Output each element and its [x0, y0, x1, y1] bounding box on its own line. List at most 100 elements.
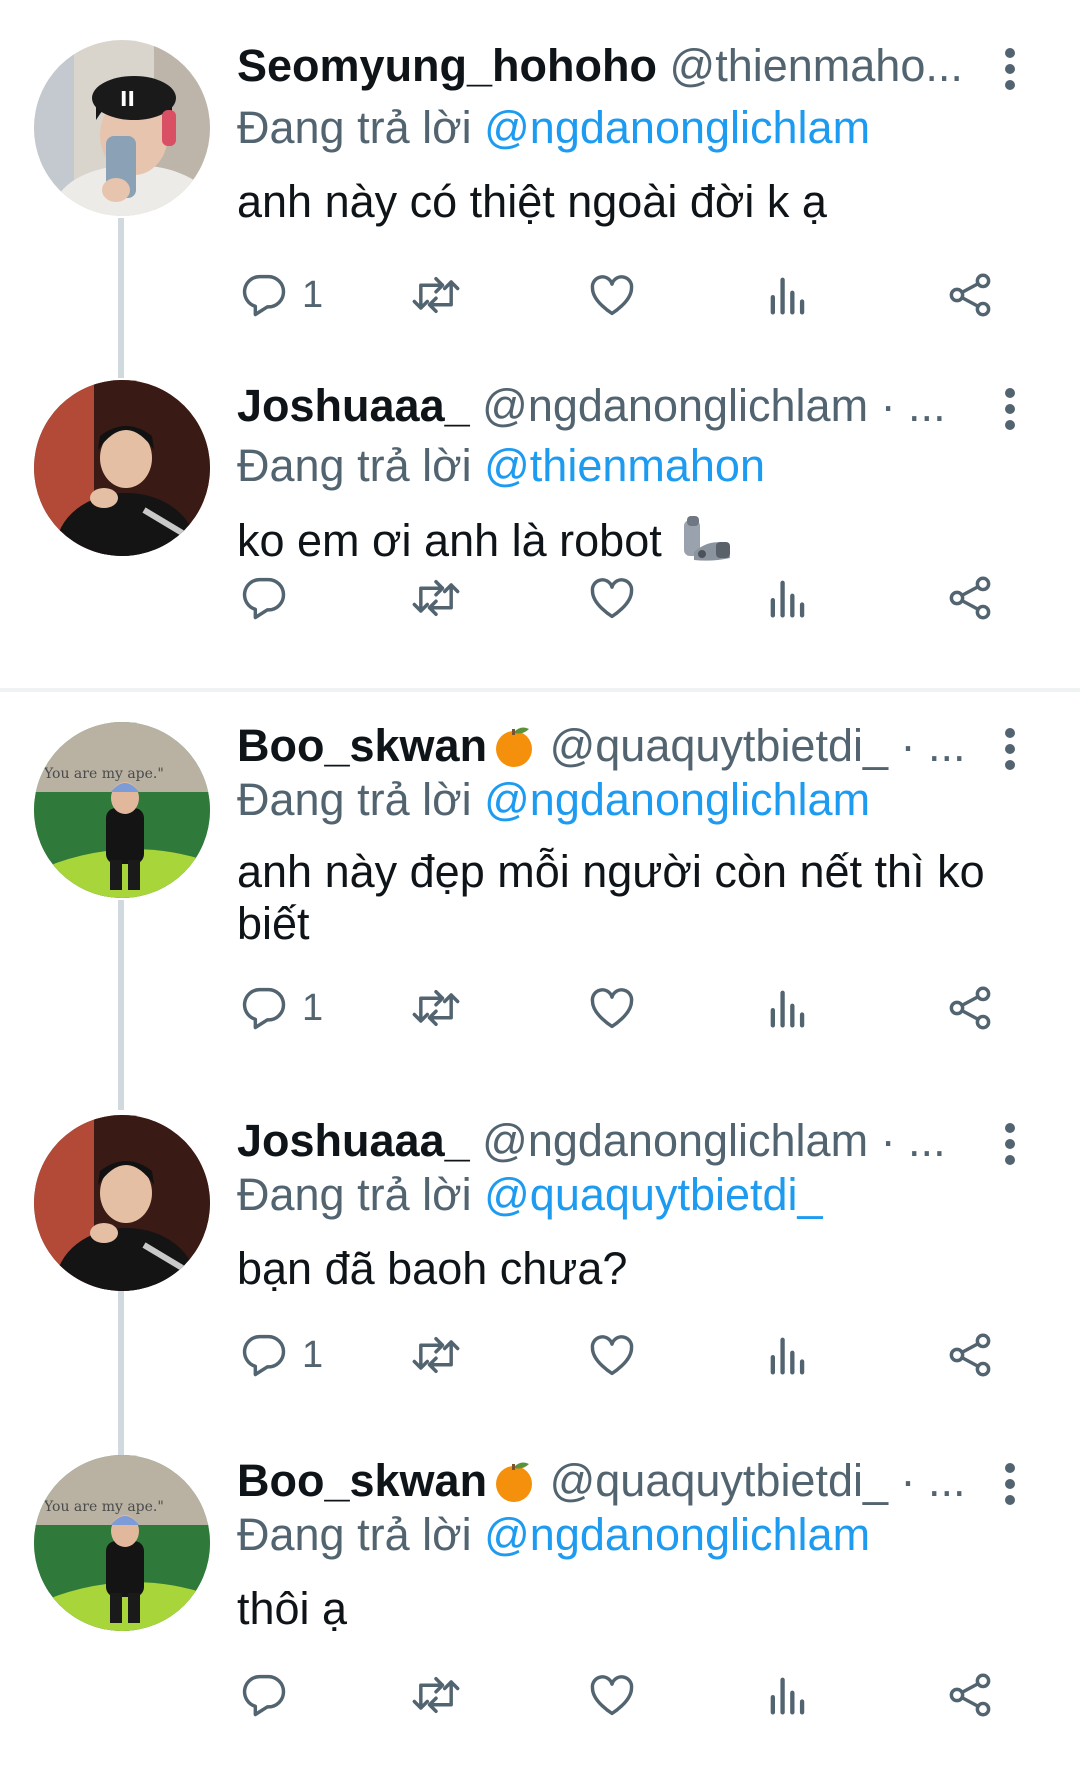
user-handle[interactable]: @thienmaho...	[670, 40, 963, 91]
avatar[interactable]: You are my ape."	[34, 722, 210, 898]
retweet-button[interactable]	[410, 1665, 462, 1725]
avatar[interactable]	[34, 1115, 210, 1291]
avatar[interactable]	[34, 380, 210, 556]
tweet-text: bạn đã baoh chưa?	[237, 1243, 628, 1294]
views-button[interactable]	[762, 1325, 814, 1385]
mention-link[interactable]: @ngdanonglichlam	[484, 102, 870, 153]
share-button[interactable]	[944, 1665, 996, 1725]
display-name[interactable]: Joshuaaa_	[237, 1115, 470, 1166]
reply-count: 1	[302, 1334, 324, 1376]
retweet-icon	[412, 990, 460, 1026]
share-button[interactable]	[944, 978, 996, 1038]
more-icon[interactable]	[1000, 1463, 1020, 1511]
retweet-icon	[412, 580, 460, 616]
mechanical-arm-icon	[684, 516, 731, 561]
replying-to: Đang trả lời @quaquytbietdi_	[237, 1167, 1037, 1223]
display-name[interactable]: Boo_skwan	[237, 1455, 487, 1506]
orange-emoji-icon	[496, 1462, 533, 1502]
share-button[interactable]	[944, 1325, 996, 1385]
reply-button[interactable]: 1	[238, 978, 323, 1038]
reply-count: 1	[302, 274, 324, 316]
more-icon[interactable]	[1000, 48, 1020, 96]
action-bar: 1	[0, 1325, 1080, 1385]
user-handle[interactable]: @quaquytbietdi_ · ...	[550, 720, 966, 771]
views-icon	[770, 277, 805, 315]
tweet-header: Boo_skwan @quaquytbietdi_ · ...	[237, 1453, 977, 1509]
like-button[interactable]	[586, 978, 638, 1038]
replying-to: Đang trả lời @ngdanonglichlam	[237, 100, 1037, 156]
like-icon	[590, 988, 634, 1029]
like-icon	[590, 1675, 634, 1716]
share-button[interactable]	[944, 265, 996, 325]
tweet[interactable]: You are my ape." Boo_skwan @quaquytbietd…	[0, 1455, 1080, 1770]
retweet-button[interactable]	[410, 265, 462, 325]
mention-link[interactable]: @quaquytbietdi_	[484, 1169, 822, 1220]
more-icon[interactable]	[1000, 388, 1020, 436]
share-icon	[949, 986, 991, 1030]
user-handle[interactable]: @ngdanonglichlam · ...	[482, 380, 945, 431]
reply-button[interactable]	[238, 1665, 302, 1725]
retweet-button[interactable]	[410, 978, 462, 1038]
avatar[interactable]: II	[34, 40, 210, 216]
reply-icon	[242, 274, 286, 317]
share-icon	[949, 576, 991, 620]
svg-text:II: II	[120, 87, 135, 111]
like-icon	[590, 1335, 634, 1376]
reply-icon	[242, 987, 286, 1030]
like-button[interactable]	[586, 568, 638, 628]
display-name[interactable]: Joshuaaa_	[237, 380, 470, 431]
views-icon	[770, 1677, 805, 1715]
avatar-image	[34, 1115, 210, 1291]
display-name[interactable]: Boo_skwan	[237, 720, 487, 771]
tweet-header: Boo_skwan @quaquytbietdi_ · ...	[237, 718, 977, 774]
mention-link[interactable]: @thienmahon	[484, 440, 765, 491]
replying-to: Đang trả lời @thienmahon	[237, 438, 1037, 494]
avatar-image: You are my ape."	[34, 722, 210, 898]
display-name[interactable]: Seomyung_hohoho	[237, 40, 657, 91]
reply-button[interactable]: 1	[238, 1325, 323, 1385]
action-bar	[0, 568, 1080, 628]
share-button[interactable]	[944, 568, 996, 628]
avatar[interactable]: You are my ape."	[34, 1455, 210, 1631]
user-handle[interactable]: @ngdanonglichlam · ...	[482, 1115, 945, 1166]
mention-link[interactable]: @ngdanonglichlam	[484, 774, 870, 825]
views-button[interactable]	[762, 568, 814, 628]
tweet[interactable]: Joshuaaa_ @ngdanonglichlam · ... Đang tr…	[0, 1115, 1080, 1455]
action-bar: 1	[0, 265, 1080, 325]
replying-prefix: Đang trả lời	[237, 1509, 472, 1560]
like-button[interactable]	[586, 1665, 638, 1725]
reply-count: 1	[302, 987, 324, 1029]
avatar-image: You are my ape."	[34, 1455, 210, 1631]
action-bar	[0, 1665, 1080, 1725]
reply-icon	[242, 577, 286, 620]
reply-button[interactable]	[238, 568, 302, 628]
tweet[interactable]: II Seomyung_hohoho @thienmaho... Đang tr…	[0, 0, 1080, 380]
tweet[interactable]: You are my ape." Boo_skwan @quaquytbietd…	[0, 720, 1080, 1110]
replying-prefix: Đang trả lời	[237, 440, 472, 491]
views-icon	[770, 580, 805, 618]
replying-prefix: Đang trả lời	[237, 1169, 472, 1220]
like-button[interactable]	[586, 1325, 638, 1385]
retweet-button[interactable]	[410, 568, 462, 628]
more-icon[interactable]	[1000, 1123, 1020, 1171]
user-handle[interactable]: @quaquytbietdi_ · ...	[550, 1455, 966, 1506]
avatar-image: II	[34, 40, 210, 216]
reply-icon	[242, 1334, 286, 1377]
reply-button[interactable]: 1	[238, 265, 323, 325]
like-button[interactable]	[586, 265, 638, 325]
views-button[interactable]	[762, 1665, 814, 1725]
mention-link[interactable]: @ngdanonglichlam	[484, 1509, 870, 1560]
tweet-text: anh này đẹp mỗi người còn nết thì ko biế…	[237, 846, 985, 949]
more-icon[interactable]	[1000, 728, 1020, 776]
views-button[interactable]	[762, 265, 814, 325]
retweet-icon	[412, 1677, 460, 1713]
views-button[interactable]	[762, 978, 814, 1038]
avatar-sign-text: You are my ape."	[43, 766, 164, 782]
replying-prefix: Đang trả lời	[237, 102, 472, 153]
tweet-text: anh này có thiệt ngoài đời k ạ	[237, 176, 827, 227]
retweet-button[interactable]	[410, 1325, 462, 1385]
tweet[interactable]: Joshuaaa_ @ngdanonglichlam · ... Đang tr…	[0, 380, 1080, 690]
replying-prefix: Đang trả lời	[237, 774, 472, 825]
avatar-sign-text: You are my ape."	[43, 1499, 164, 1515]
share-icon	[949, 273, 991, 317]
